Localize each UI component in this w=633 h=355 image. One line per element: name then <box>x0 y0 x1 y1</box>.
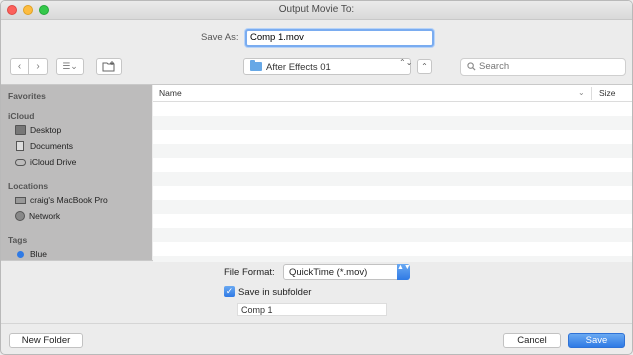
file-format-value: QuickTime (*.mov) <box>289 267 368 278</box>
empty-row-stripe <box>153 256 632 262</box>
save-dialog-window: Output Movie To: Save As: Comp 1.mov ‹ ›… <box>0 0 633 355</box>
save-button[interactable]: Save <box>568 333 625 348</box>
search-icon <box>467 62 476 71</box>
file-format-select[interactable]: QuickTime (*.mov) ▲▼ <box>283 264 411 280</box>
sidebar-section-locations: Locations <box>8 181 49 191</box>
sidebar: Favorites iCloud Desktop Documents iClou… <box>1 85 152 260</box>
empty-row-stripe <box>153 228 632 242</box>
save-as-field[interactable]: Comp 1.mov <box>245 29 434 47</box>
cloud-icon <box>15 158 26 166</box>
title-bar: Output Movie To: <box>1 1 632 20</box>
empty-row-stripe <box>153 116 632 130</box>
empty-row-stripe <box>153 172 632 186</box>
button-bar: New Folder Cancel Save <box>1 323 632 354</box>
sidebar-item-label: Documents <box>30 141 73 151</box>
column-header-name[interactable]: Name <box>159 88 182 98</box>
search-input[interactable] <box>479 61 619 72</box>
new-folder-icon <box>102 61 115 72</box>
chevron-right-icon: › <box>36 61 40 72</box>
sidebar-item-documents[interactable]: Documents <box>15 139 73 153</box>
sidebar-item-label: iCloud Drive <box>30 157 77 167</box>
file-list[interactable]: Name ⌄ Size <box>153 85 632 262</box>
folder-icon <box>250 60 262 71</box>
sidebar-item-label: craig's MacBook Pro <box>30 195 108 205</box>
list-view-icon: ☰⌄ <box>62 61 78 71</box>
file-list-header: Name ⌄ Size <box>153 85 632 102</box>
sort-chevron-icon: ⌄ <box>578 88 585 97</box>
sidebar-item-icloud-drive[interactable]: iCloud Drive <box>15 155 76 169</box>
column-divider[interactable] <box>591 87 592 100</box>
sidebar-item-label: Desktop <box>30 125 62 135</box>
new-folder-toolbar-button[interactable] <box>96 58 122 75</box>
save-in-subfolder-checkbox[interactable]: ✓ <box>224 286 235 297</box>
network-icon <box>15 211 25 221</box>
save-as-row: Save As: Comp 1.mov <box>1 29 632 47</box>
sidebar-item-blue[interactable]: Blue <box>15 247 47 260</box>
browser-toolbar: ‹ › ☰⌄ After Effects 01 ⌃⌄ ⌃ <box>1 56 632 78</box>
laptop-icon <box>15 196 26 204</box>
window-title: Output Movie To: <box>278 4 355 15</box>
sidebar-item-desktop[interactable]: Desktop <box>15 123 61 137</box>
location-label: After Effects 01 <box>266 62 331 73</box>
empty-row-stripe <box>153 200 632 214</box>
browser-area: Favorites iCloud Desktop Documents iClou… <box>1 84 632 262</box>
sidebar-item-label: Blue <box>30 249 48 259</box>
updown-chevron-icon: ⌃⌄ <box>399 58 413 67</box>
empty-row-stripe <box>153 144 632 158</box>
checkmark-icon: ✓ <box>225 286 234 296</box>
chevron-up-icon: ⌃ <box>421 62 428 71</box>
back-button[interactable]: ‹ <box>10 58 29 75</box>
search-field[interactable] <box>460 58 626 76</box>
sidebar-section-tags: Tags <box>8 235 28 245</box>
new-folder-button[interactable]: New Folder <box>9 333 83 348</box>
forward-button[interactable]: › <box>29 58 48 75</box>
save-as-label: Save As: <box>201 32 239 43</box>
desktop-icon <box>15 125 26 135</box>
chevron-left-icon: ‹ <box>17 61 22 72</box>
expand-dialog-button[interactable]: ⌃ <box>417 59 432 74</box>
select-arrows-icon: ▲▼ <box>397 264 411 280</box>
file-format-label: File Format: <box>224 267 275 278</box>
sidebar-section-favorites: Favorites <box>8 91 46 101</box>
subfolder-name-field[interactable]: Comp 1 <box>237 303 387 316</box>
sidebar-item-label: Network <box>29 211 61 221</box>
document-icon <box>16 141 24 151</box>
sidebar-item-macbook[interactable]: craig's MacBook Pro <box>15 193 108 207</box>
column-header-size[interactable]: Size <box>599 88 616 98</box>
save-in-subfolder-label[interactable]: Save in subfolder <box>238 287 311 298</box>
sidebar-item-network[interactable]: Network <box>15 209 60 223</box>
tag-dot-icon <box>17 250 24 258</box>
location-popup[interactable]: After Effects 01 ⌃⌄ <box>243 58 413 75</box>
cancel-button[interactable]: Cancel <box>503 333 561 348</box>
sidebar-section-icloud: iCloud <box>8 111 35 121</box>
view-options-button[interactable]: ☰⌄ <box>56 58 84 75</box>
